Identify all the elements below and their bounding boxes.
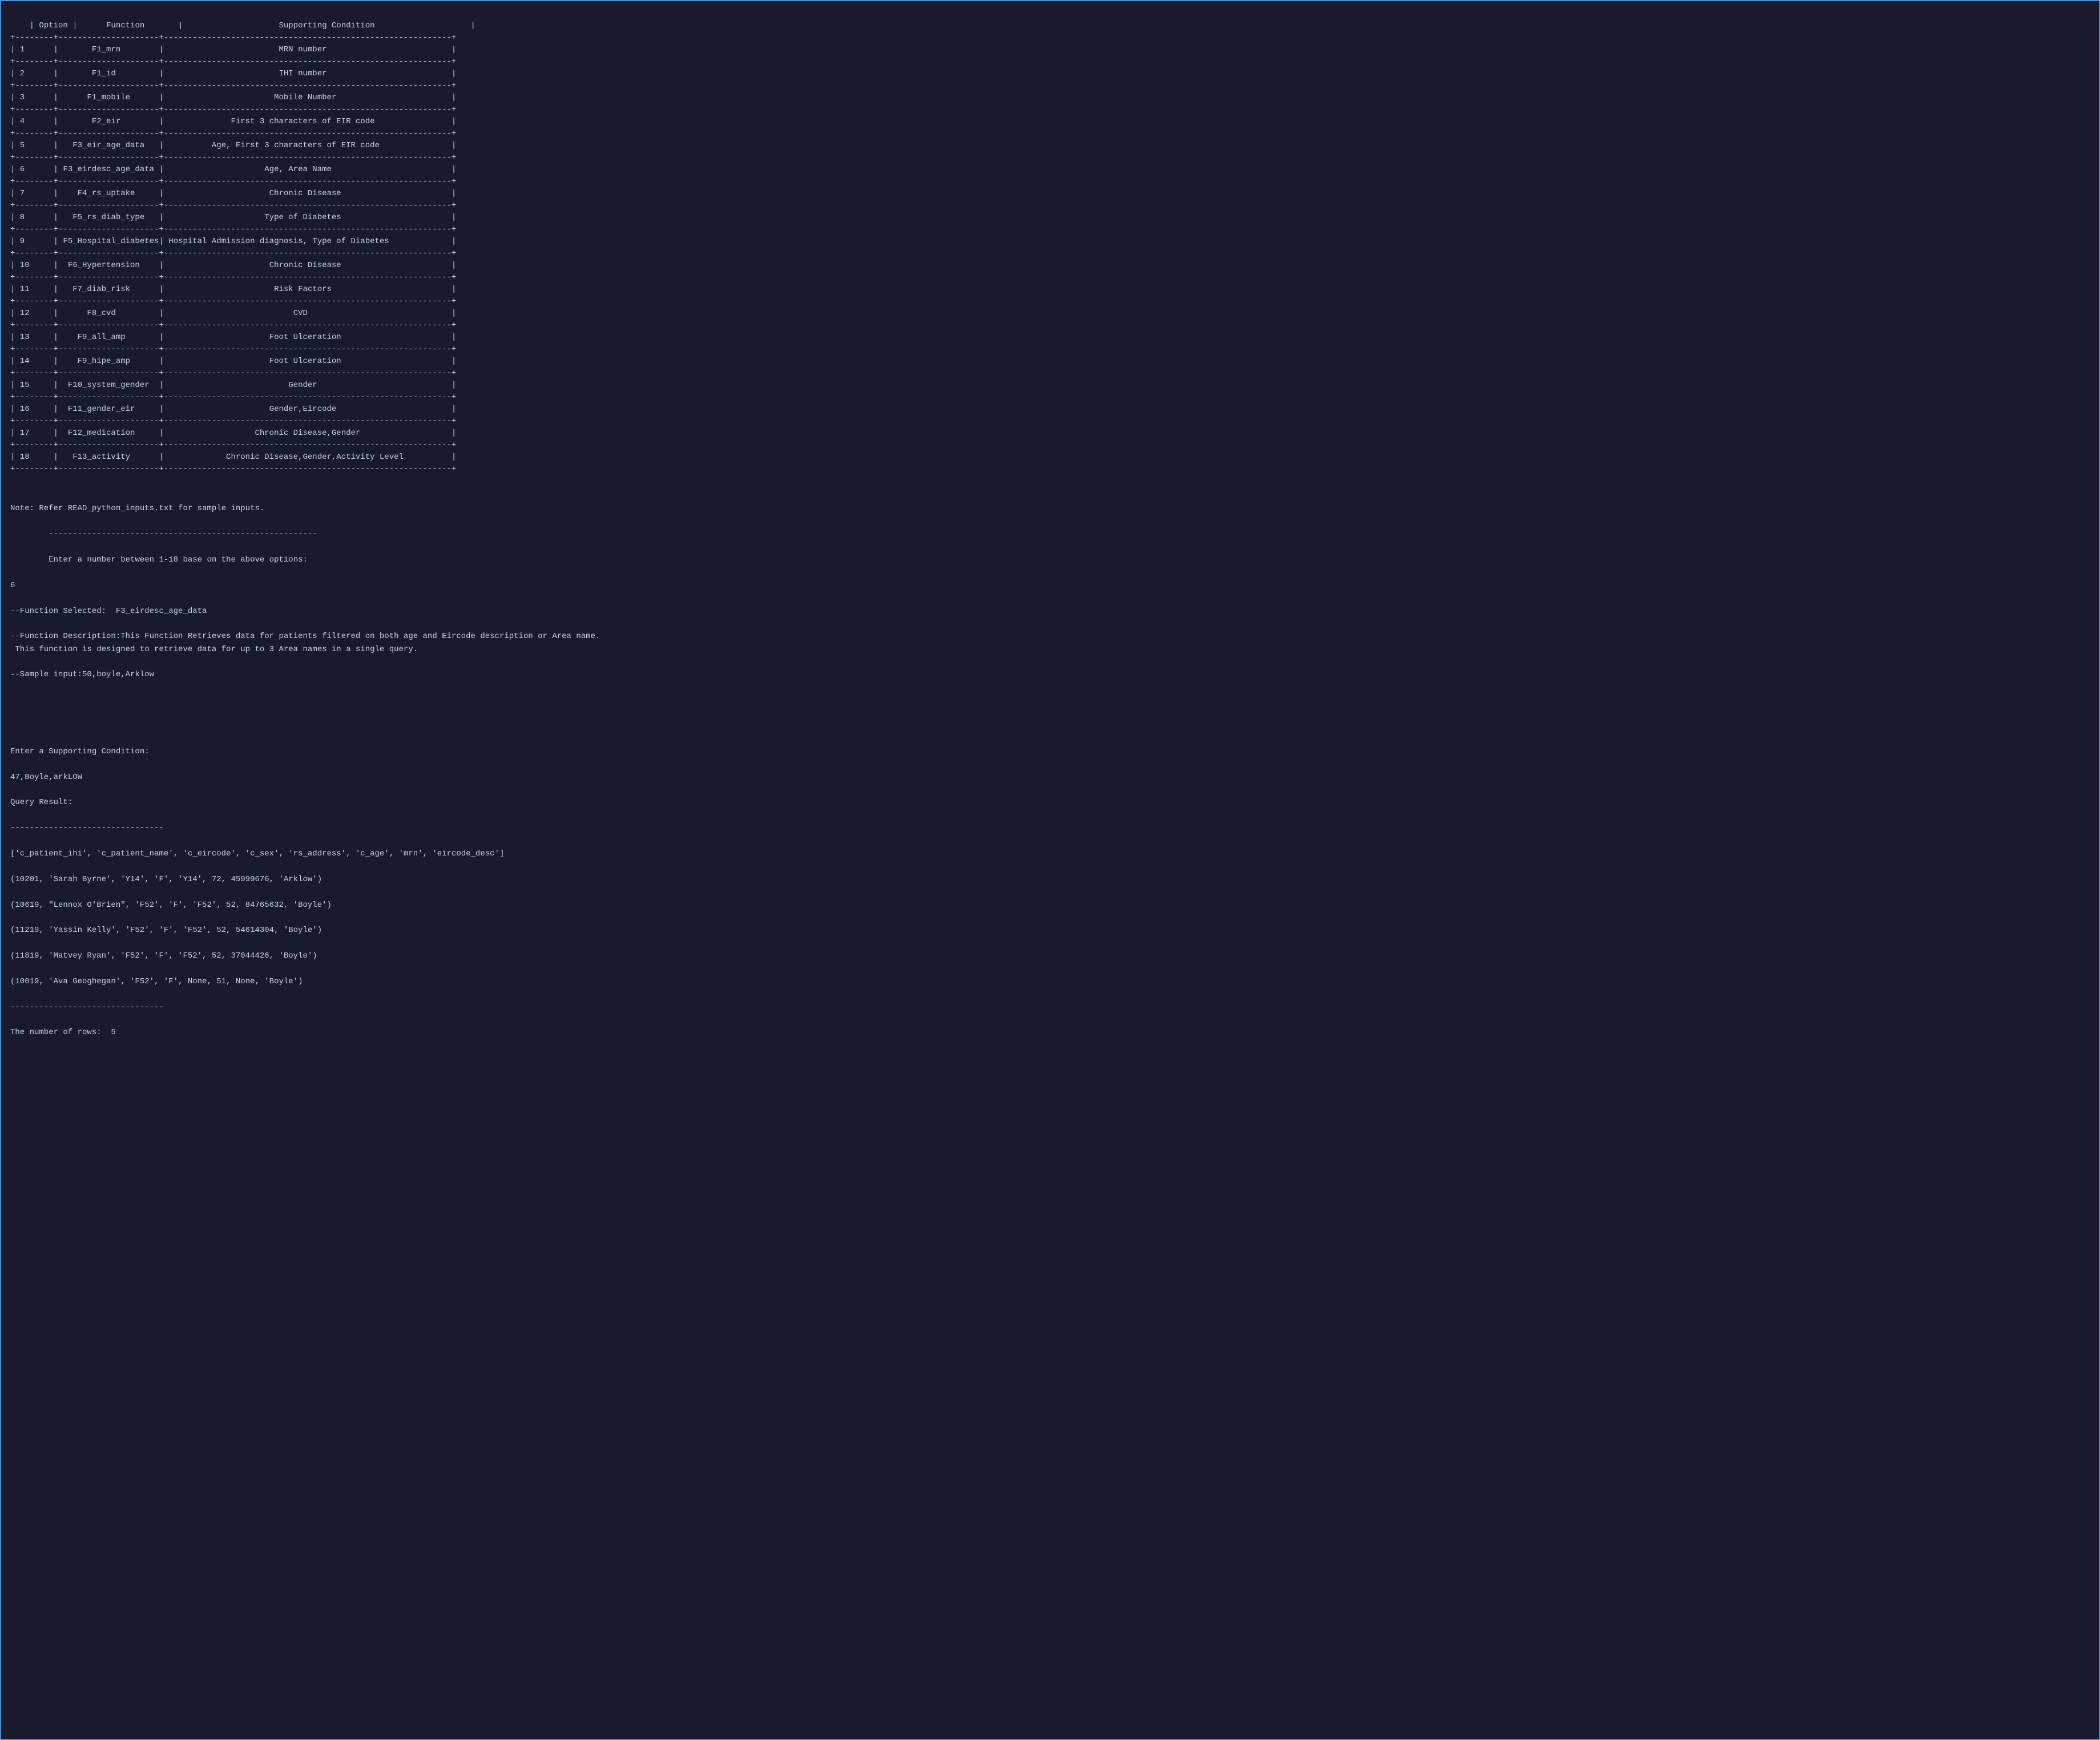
query-result-label: Query Result: (10, 798, 72, 807)
result-header: ['c_patient_ihi', 'c_patient_name', 'c_e… (10, 849, 504, 858)
sample-input: --Sample input:50,boyle,Arklow (10, 670, 154, 679)
enter-condition-label: Enter a Supporting Condition: (10, 747, 150, 756)
table-section: | Option | Function | Supporting Conditi… (10, 8, 2090, 487)
result-separator3: -------------------------------- (10, 1003, 164, 1012)
result-separator2: -------------------------------- (10, 823, 164, 833)
result-row-3: (11219, 'Yassin Kelly', 'F52', 'F', 'F52… (10, 926, 322, 935)
user-input-value: 6 (10, 581, 15, 590)
table-header-row: | Option | Function | Supporting Conditi… (10, 21, 475, 474)
output-section: Note: Refer READ_python_inputs.txt for s… (10, 490, 2090, 1065)
separator1: ----------------------------------------… (10, 530, 317, 539)
result-row-2: (10619, "Lennox O'Brien", 'F52', 'F', 'F… (10, 901, 332, 910)
terminal-window: | Option | Function | Supporting Conditi… (0, 0, 2100, 1740)
result-row-1: (10201, 'Sarah Byrne', 'Y14', 'F', 'Y14'… (10, 875, 322, 884)
function-selected: --Function Selected: F3_eirdesc_age_data (10, 607, 207, 616)
function-description: --Function Description:This Function Ret… (10, 632, 600, 653)
result-row-4: (11819, 'Matvey Ryan', 'F52', 'F', 'F52'… (10, 951, 317, 960)
result-row-5: (10019, 'Ava Geoghegan', 'F52', 'F', Non… (10, 977, 303, 986)
prompt-text: Enter a number between 1-18 base on the … (10, 555, 308, 564)
note-text: Note: Refer READ_python_inputs.txt for s… (10, 504, 264, 513)
condition-input-value: 47,Boyle,arkLOW (10, 773, 82, 782)
row-count: The number of rows: 5 (10, 1028, 116, 1037)
